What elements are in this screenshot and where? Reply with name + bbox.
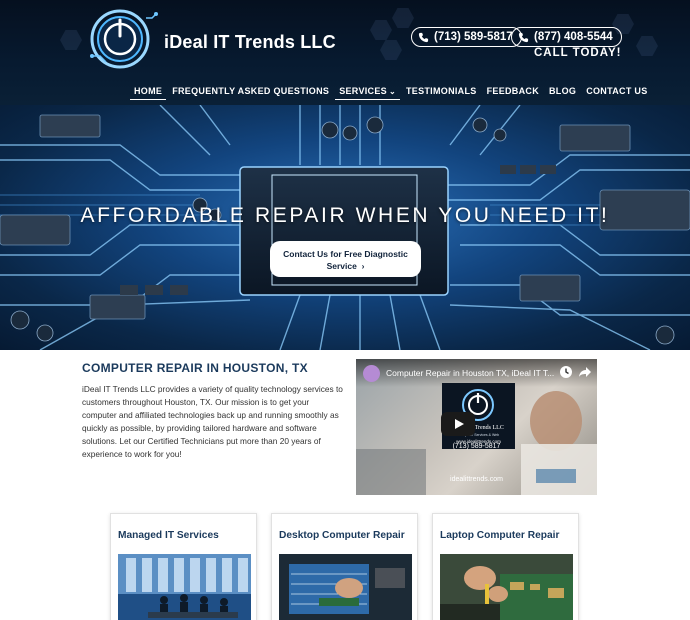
nav-services[interactable]: SERVICES ⌄	[335, 86, 400, 100]
video-site: idealittrends.com	[450, 476, 503, 483]
nav-blog[interactable]: BLOG	[545, 86, 580, 100]
video-phone: (713) 589-5817	[452, 443, 501, 450]
phone-button-1[interactable]: (713) 589-5817	[411, 27, 522, 47]
play-button[interactable]	[441, 412, 475, 436]
play-icon	[455, 419, 464, 429]
phone-icon	[518, 32, 529, 42]
decor-hexagon	[60, 30, 82, 50]
intro-paragraph: iDeal IT Trends LLC provides a variety o…	[82, 384, 343, 459]
chevron-right-icon: ›	[359, 261, 365, 271]
managed-it-photo	[118, 554, 251, 620]
power-logo-icon[interactable]	[86, 6, 158, 72]
nav-feedback[interactable]: FEEDBACK	[483, 86, 543, 100]
video-title[interactable]: Computer Repair in Houston TX, iDeal IT …	[386, 368, 554, 378]
service-card-title[interactable]: Laptop Computer Repair	[440, 530, 559, 541]
phone-icon	[418, 32, 429, 42]
site-header: iDeal IT Trends LLC (713) 589-5817 (877)…	[0, 0, 690, 105]
chevron-down-icon: ⌄	[388, 87, 396, 96]
nav-testimonials[interactable]: TESTIMONIALS	[402, 86, 481, 100]
service-card-title[interactable]: Desktop Computer Repair	[279, 530, 405, 541]
clock-icon[interactable]	[559, 365, 573, 379]
laptop-repair-photo	[440, 554, 573, 620]
section-title: COMPUTER REPAIR IN HOUSTON, TX	[82, 361, 308, 375]
free-diagnostic-button[interactable]: Contact Us for Free Diagnostic Service ›	[270, 241, 421, 277]
service-card-desktop-repair[interactable]: Desktop Computer Repair	[271, 513, 418, 620]
hero-headline: AFFORDABLE REPAIR WHEN YOU NEED IT!	[80, 204, 610, 227]
service-card-title[interactable]: Managed IT Services	[118, 530, 219, 541]
decor-hexagon	[370, 20, 392, 40]
decor-hexagon	[380, 40, 402, 60]
share-icon[interactable]	[578, 365, 592, 379]
phone-number-2: (877) 408-5544	[534, 31, 613, 43]
nav-contact-us[interactable]: CONTACT US	[582, 86, 651, 100]
brand-name[interactable]: iDeal IT Trends LLC	[164, 32, 336, 53]
video-embed[interactable]: Computer Repair in Houston TX, iDeal IT …	[356, 359, 597, 495]
nav-home[interactable]: HOME	[130, 86, 167, 100]
desktop-repair-photo	[279, 554, 412, 620]
phone-number-1: (713) 589-5817	[434, 31, 513, 43]
service-card-managed-it[interactable]: Managed IT Services	[110, 513, 257, 620]
phone-button-2[interactable]: (877) 408-5544	[511, 27, 622, 47]
channel-avatar[interactable]	[363, 365, 380, 382]
hero-banner: AFFORDABLE REPAIR WHEN YOU NEED IT! Cont…	[0, 105, 690, 350]
main-nav: HOME FREQUENTLY ASKED QUESTIONS SERVICES…	[130, 86, 654, 100]
decor-hexagon	[392, 8, 414, 28]
free-diagnostic-label: Contact Us for Free Diagnostic Service	[283, 249, 408, 271]
nav-services-label: SERVICES	[339, 86, 387, 96]
nav-faq[interactable]: FREQUENTLY ASKED QUESTIONS	[168, 86, 333, 100]
call-today-text: CALL TODAY!	[534, 47, 622, 59]
service-card-laptop-repair[interactable]: Laptop Computer Repair	[432, 513, 579, 620]
decor-hexagon	[636, 36, 658, 56]
